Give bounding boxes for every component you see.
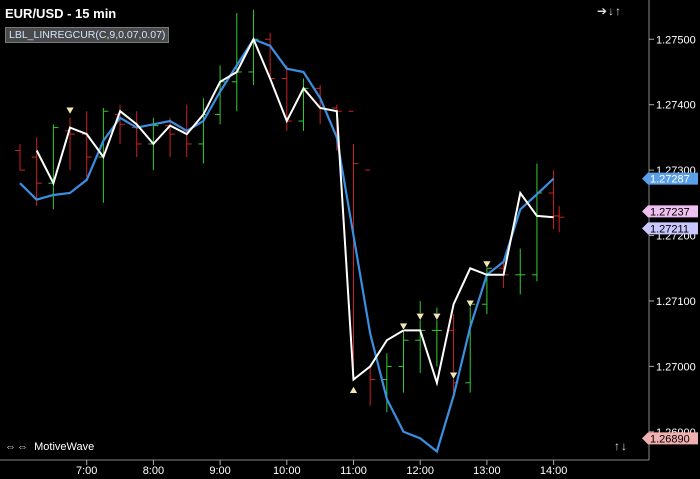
lower-price-badge: 1.27211 xyxy=(650,223,689,235)
x-tick-label: 9:00 xyxy=(209,465,230,477)
swing-high-marker xyxy=(65,106,75,115)
y-tick-label: 1.27100 xyxy=(656,296,696,308)
brand-label: MotiveWave xyxy=(34,441,95,453)
x-tick-label: 13:00 xyxy=(473,465,501,477)
low-price-badge: 1.26890 xyxy=(650,433,690,445)
y-tick-label: 1.27400 xyxy=(656,100,696,112)
price-chart[interactable]: 1.275001.274001.273001.272001.271001.270… xyxy=(0,0,700,479)
chart-title: EUR/USD - 15 min xyxy=(5,6,117,21)
brand-footer: ⇔ ⇔ MotiveWave xyxy=(5,441,94,453)
study-label[interactable]: LBL_LINREGCUR(C,9,0.07,0.07) xyxy=(5,27,170,43)
close-line xyxy=(35,36,554,387)
swing-low-marker xyxy=(349,385,358,394)
x-tick-label: 8:00 xyxy=(143,465,164,477)
swing-high-marker xyxy=(415,313,425,321)
y-tick-label: 1.27500 xyxy=(656,34,696,46)
swing-high-marker xyxy=(449,371,458,380)
double-arrow-icon[interactable]: ⇔ ⇔ xyxy=(5,441,28,453)
chart-nav-bottom[interactable]: ↑↓ xyxy=(614,439,628,453)
x-tick-label: 12:00 xyxy=(406,465,434,477)
close-series xyxy=(35,36,554,387)
swing-high-marker xyxy=(432,313,442,321)
axis-ticks: 1.275001.274001.273001.272001.271001.270… xyxy=(76,34,696,477)
x-tick-label: 7:00 xyxy=(76,465,97,477)
y-tick-label: 1.27000 xyxy=(656,361,696,373)
regression-price-badge: 1.27287 xyxy=(650,174,690,186)
x-tick-label: 11:00 xyxy=(340,465,367,477)
price-badges: 1.27287 1.27237 1.27211 1.26890 xyxy=(642,172,698,445)
x-tick-label: 10:00 xyxy=(273,465,301,477)
swing-high-marker xyxy=(482,260,492,269)
upper-price-badge: 1.27237 xyxy=(650,206,690,218)
chart-axes xyxy=(0,0,650,461)
x-tick-label: 14:00 xyxy=(540,465,568,477)
chart-nav-top[interactable]: ➔↓↑ xyxy=(597,4,622,18)
swing-high-marker xyxy=(399,322,408,331)
